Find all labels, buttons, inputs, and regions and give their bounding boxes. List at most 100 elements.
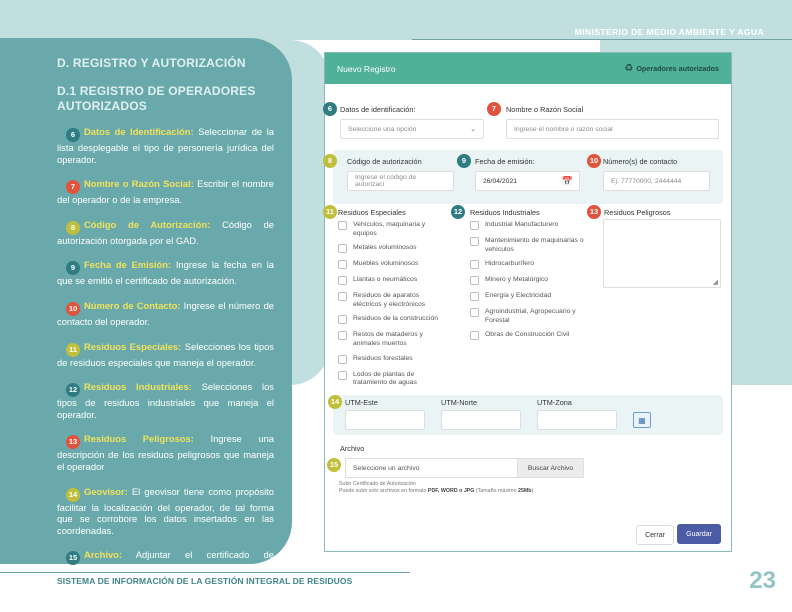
- instruction-item: 12 Residuos Industriales: Selecciones los…: [57, 381, 274, 420]
- checkbox[interactable]: [338, 331, 347, 341]
- instruction-key: Geovisor:: [84, 485, 128, 497]
- authorized-operators-label: Operadores autorizados: [636, 64, 719, 73]
- checkbox-label: Muebles voluminosos: [353, 260, 419, 268]
- instructions: D. REGISTRO Y AUTORIZACIÓN D.1 REGISTRO …: [57, 56, 274, 590]
- checkbox-label: Mantenimiento de maquinarias o vehículos: [485, 237, 584, 253]
- instruction-key: Residuos Industriales:: [84, 381, 192, 393]
- checkbox-item[interactable]: Energía y Electricidad: [470, 292, 593, 302]
- form-title: Nuevo Registro: [337, 63, 396, 74]
- checkbox[interactable]: [338, 276, 347, 286]
- checkbox-item[interactable]: Metales voluminosos: [338, 244, 438, 254]
- upload-hint-title: Subir Certificado de Autorización: [339, 481, 416, 487]
- instruction-key: Nombre o Razón Social:: [84, 178, 194, 190]
- contact-number-placeholder: Ej. 77770000, 2444444: [611, 177, 682, 185]
- checkbox[interactable]: [338, 315, 347, 325]
- browse-file-button[interactable]: Buscar Archivo: [517, 458, 584, 478]
- section-title: D. REGISTRO Y AUTORIZACIÓN: [57, 56, 246, 70]
- utm-east-input[interactable]: [345, 410, 425, 430]
- checkbox-item[interactable]: Obras de Construcción Civil: [470, 331, 593, 341]
- checkbox[interactable]: [470, 331, 479, 341]
- contact-number-input[interactable]: Ej. 77770000, 2444444: [603, 171, 710, 191]
- recycle-icon: ♻: [624, 63, 634, 74]
- badge-8: 8: [323, 154, 337, 168]
- instruction-number-badge: 7: [66, 180, 80, 195]
- checkbox[interactable]: [338, 370, 347, 380]
- checkbox-label: Industrial Manufacturero: [485, 221, 559, 228]
- checkbox[interactable]: [338, 292, 347, 302]
- checkbox-item[interactable]: Residuos forestales: [338, 354, 438, 364]
- upload-hint: Subir Certificado de Autorización Puede …: [339, 481, 533, 496]
- authorized-operators-link[interactable]: ♻ Operadores autorizados: [624, 63, 719, 74]
- instruction-key: Número de Contacto:: [84, 299, 181, 311]
- checkbox-item[interactable]: Industrial Manufacturero: [470, 221, 593, 230]
- utm-zone-label: UTM-Zona: [537, 398, 572, 407]
- checkbox[interactable]: [338, 221, 347, 230]
- checkbox[interactable]: [470, 292, 479, 302]
- hazardous-waste-label: Residuos Peligrosos: [604, 208, 671, 217]
- industrial-waste-label: Residuos Industriales: [470, 208, 540, 217]
- issue-date-label: Fecha de emisión:: [475, 157, 535, 166]
- checkbox-item[interactable]: Residuos de la construcción: [338, 315, 438, 325]
- geovisor-map-button[interactable]: ▦: [633, 412, 651, 428]
- checkbox[interactable]: [338, 354, 347, 364]
- checkbox[interactable]: [470, 260, 479, 270]
- resize-grip-icon[interactable]: ◢: [713, 278, 718, 286]
- subsection-title: D.1 REGISTRO DE OPERADORES AUTORIZADOS: [57, 84, 256, 113]
- checkbox-item[interactable]: Hidrocarburífero: [470, 260, 593, 270]
- checkbox-item[interactable]: Minero y Metalúrgico: [470, 276, 593, 286]
- checkbox[interactable]: [470, 221, 479, 230]
- instruction-number-badge: 8: [66, 220, 80, 235]
- calendar-icon[interactable]: 📅: [562, 176, 573, 187]
- instruction-number-badge: 6: [66, 128, 80, 142]
- checkbox[interactable]: [470, 237, 479, 246]
- identification-label: Datos de identificación:: [340, 105, 416, 114]
- instruction-item: 7 Nombre o Razón Social: Escribir el nomb…: [57, 178, 274, 206]
- file-input[interactable]: Seleccione un archivo: [345, 458, 517, 478]
- checkbox-item[interactable]: Mantenimiento de maquinarias o vehículos: [470, 237, 593, 254]
- checkbox[interactable]: [470, 276, 479, 286]
- checkbox-item[interactable]: Llantas o neumáticos: [338, 276, 438, 286]
- footer-title: SISTEMA DE INFORMACIÓN DE LA GESTIÓN INT…: [57, 576, 353, 586]
- identification-select[interactable]: Seleccione una opción ⌄: [340, 119, 484, 139]
- instruction-item: 6 Datos de Identificación: Seleccionar de…: [57, 126, 274, 165]
- badge-15: 15: [327, 458, 341, 472]
- checkbox-label: Residuos forestales: [353, 354, 413, 362]
- instruction-item: 9 Fecha de Emisión: Ingrese la fecha en l…: [57, 259, 274, 287]
- industrial-waste-list: Industrial Manufacturero Mantenimiento de…: [470, 221, 593, 347]
- checkbox-item[interactable]: Agroindustrial, Agropecuario y Forestal: [470, 308, 593, 325]
- utm-zone-input[interactable]: [537, 410, 617, 430]
- file-label: Archivo: [340, 444, 365, 453]
- chevron-down-icon: ⌄: [470, 126, 476, 133]
- badge-9: 9: [457, 154, 471, 168]
- save-button[interactable]: Guardar: [677, 524, 721, 544]
- checkbox-label: Metales voluminosos: [353, 244, 417, 252]
- instruction-item: 10 Número de Contacto: Ingrese el número …: [57, 300, 274, 328]
- checkbox[interactable]: [338, 260, 347, 270]
- instruction-number-badge: 11: [66, 342, 80, 357]
- checkbox-item[interactable]: Lodos de plantas de tratamiento de aguas: [338, 370, 438, 388]
- checkbox-label: Hidrocarburífero: [485, 260, 535, 268]
- checkbox-item[interactable]: Restos de mataderos y animales muertos: [338, 331, 438, 348]
- instruction-key: Residuos Especiales:: [84, 340, 182, 352]
- checkbox-label: Restos de mataderos y animales muertos: [353, 331, 423, 347]
- badge-10: 10: [587, 154, 601, 168]
- utm-north-label: UTM-Norte: [441, 398, 478, 407]
- badge-6: 6: [323, 102, 337, 116]
- close-button[interactable]: Cerrar: [636, 525, 674, 545]
- checkbox-item[interactable]: Residuos de aparatos eléctricos y electr…: [338, 292, 438, 309]
- checkbox[interactable]: [470, 308, 479, 318]
- file-upload: Seleccione un archivo Buscar Archivo: [345, 458, 584, 478]
- hazardous-waste-textarea[interactable]: ◢: [603, 219, 721, 288]
- checkbox-item[interactable]: Muebles voluminosos: [338, 260, 438, 270]
- authorization-code-input[interactable]: Ingrese el código de autorizaci: [347, 171, 454, 191]
- utm-north-input[interactable]: [441, 410, 521, 430]
- new-registration-form: Nuevo Registro ♻ Operadores autorizados …: [323, 52, 732, 552]
- form-header: Nuevo Registro ♻ Operadores autorizados: [325, 53, 731, 84]
- instruction-number-badge: 12: [66, 383, 80, 398]
- checkbox-item[interactable]: Vehículos, maquinaria y equipos: [338, 221, 438, 238]
- checkbox[interactable]: [338, 244, 347, 254]
- issue-date-input[interactable]: 26/04/2021 📅: [475, 171, 580, 191]
- checkbox-label: Vehículos, maquinaria y equipos: [353, 221, 426, 237]
- map-icon: ▦: [638, 415, 646, 425]
- business-name-input[interactable]: Ingrese el nombre o razón social: [506, 119, 719, 139]
